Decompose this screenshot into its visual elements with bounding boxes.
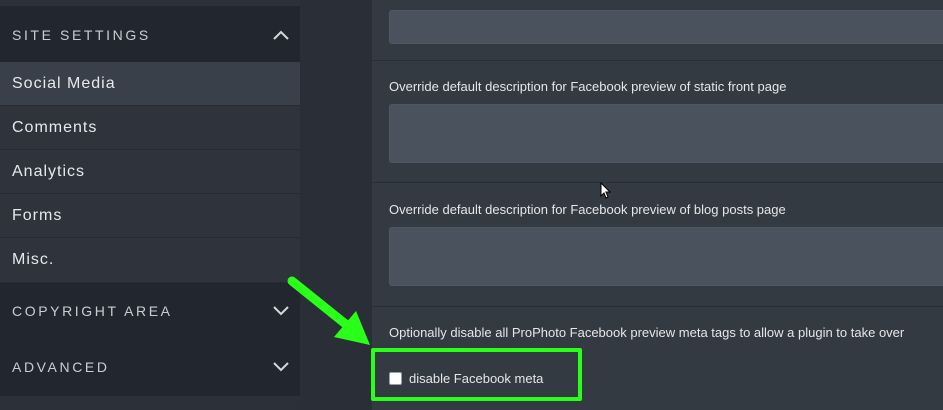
chevron-up-icon[interactable]	[272, 29, 290, 41]
section-label-copyright-area: COPYRIGHT AREA	[12, 303, 173, 319]
sidebar-item-label: Misc.	[12, 251, 55, 268]
section-label-advanced: ADVANCED	[12, 359, 110, 375]
sidebar-item-forms[interactable]: Forms	[0, 194, 300, 238]
section-header-copyright-area[interactable]: COPYRIGHT AREA	[0, 283, 300, 339]
section-header-site-settings[interactable]: SITE SETTINGS	[0, 7, 300, 62]
sidebar-item-comments[interactable]: Comments	[0, 106, 300, 150]
sidebar-item-label: Comments	[12, 118, 98, 136]
chevron-down-icon[interactable]	[272, 361, 290, 373]
sidebar-item-misc[interactable]: Misc.	[0, 238, 300, 283]
annotation-arrow-icon	[287, 276, 370, 345]
sidebar-bottom-strip	[0, 395, 300, 410]
previous-description-textarea[interactable]	[389, 10, 943, 44]
section-label-site-settings: SITE SETTINGS	[12, 26, 151, 43]
sidebar-item-label: Forms	[12, 206, 63, 224]
disable-meta-description: Optionally disable all ProPhoto Facebook…	[389, 325, 905, 340]
blog-page-description-textarea[interactable]	[389, 227, 943, 286]
sidebar-item-label: Social Media	[12, 74, 116, 92]
blog-page-description-label: Override default description for Faceboo…	[389, 202, 786, 217]
divider	[372, 182, 943, 183]
front-page-description-label: Override default description for Faceboo…	[389, 79, 787, 94]
front-page-description-textarea[interactable]	[389, 104, 943, 163]
sidebar: SITE SETTINGS Social Media Comments Anal…	[0, 0, 300, 410]
sidebar-top-strip	[0, 0, 300, 7]
mouse-cursor-icon	[600, 182, 612, 199]
sidebar-item-social-media[interactable]: Social Media	[0, 62, 300, 106]
divider	[372, 306, 943, 307]
section-header-advanced[interactable]: ADVANCED	[0, 339, 300, 395]
annotation-highlight-box	[371, 348, 582, 401]
sidebar-item-label: Analytics	[12, 162, 86, 180]
sidebar-item-analytics[interactable]: Analytics	[0, 150, 300, 194]
divider	[372, 60, 943, 61]
